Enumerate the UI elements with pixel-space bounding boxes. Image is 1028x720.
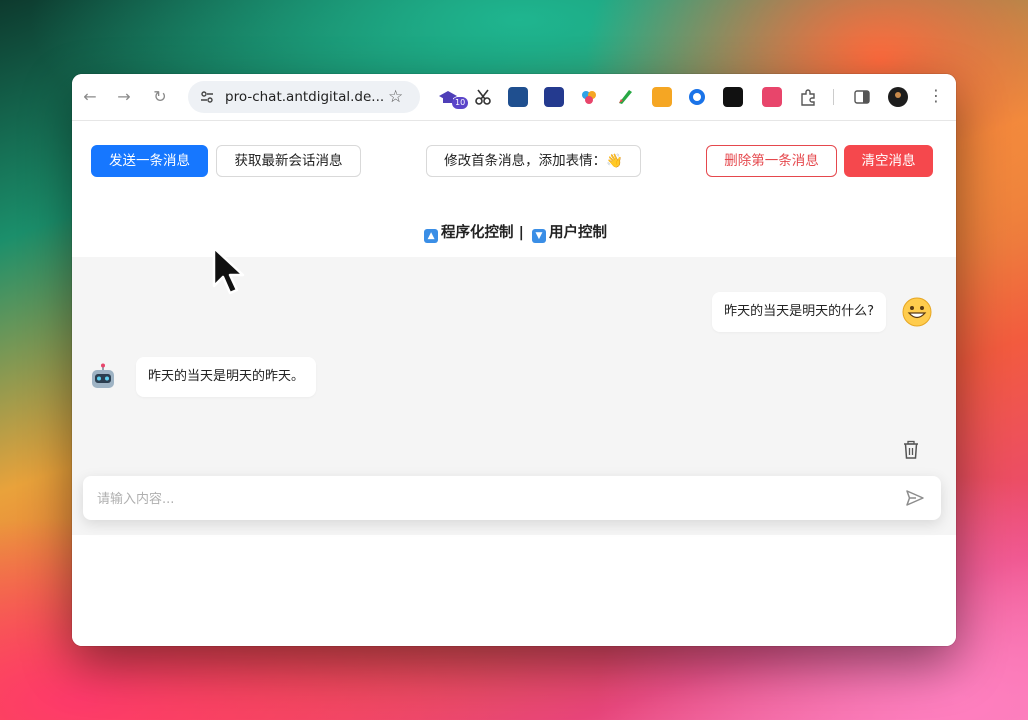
edit-first-message-button[interactable]: 修改首条消息，添加表情：👋 (426, 145, 641, 177)
colorful-extension-icon[interactable] (579, 87, 599, 107)
forward-icon[interactable]: → (114, 87, 134, 107)
mouse-cursor-icon (212, 246, 245, 295)
browser-toolbar: ← → ↻ pro-chat.antdigital.de... ☆ 10 ⋮ (72, 74, 956, 121)
smiley-avatar-icon (902, 297, 932, 327)
site-settings-icon[interactable] (200, 90, 214, 104)
fetch-messages-button[interactable]: 获取最新会话消息 (216, 145, 361, 177)
control-mode-title: ▲ 程序化控制 | ▼ 用户控制 (72, 221, 956, 243)
translate-extension-icon[interactable] (762, 87, 782, 107)
up-arrow-icon: ▲ (424, 229, 439, 243)
globe-extension-icon[interactable] (687, 87, 707, 107)
url-text[interactable]: pro-chat.antdigital.de... (225, 89, 384, 105)
user-message-bubble: 昨天的当天是明天的什么? (712, 292, 886, 332)
robot-avatar-icon (92, 363, 114, 388)
assistant-message-bubble: 昨天的当天是明天的昨天。 (136, 357, 317, 397)
game-extension-icon[interactable] (544, 87, 564, 107)
trash-icon[interactable] (902, 440, 920, 460)
delete-first-message-button[interactable]: 删除第一条消息 (706, 145, 837, 177)
back-icon[interactable]: ← (80, 87, 100, 107)
mask-extension-icon[interactable] (723, 87, 743, 107)
address-bar[interactable]: pro-chat.antdigital.de... ☆ (188, 81, 420, 113)
cloud-extension-icon[interactable] (508, 87, 528, 107)
toolbar-divider (833, 89, 834, 105)
browser-menu-icon[interactable]: ⋮ (928, 86, 944, 105)
browser-window: ← → ↻ pro-chat.antdigital.de... ☆ 10 ⋮ 发… (72, 74, 956, 646)
side-panel-icon[interactable] (852, 87, 872, 107)
bookmark-star-icon[interactable]: ☆ (388, 87, 403, 107)
message-input[interactable] (95, 476, 889, 522)
extension-badge: 10 (452, 97, 469, 109)
scissors-extension-icon[interactable] (473, 87, 493, 107)
title-separator: | (518, 225, 524, 241)
profile-avatar-icon[interactable] (888, 87, 908, 107)
send-message-button[interactable]: 发送一条消息 (91, 145, 208, 177)
pen-extension-icon[interactable] (615, 87, 635, 107)
programmatic-control-label: 程序化控制 (441, 225, 514, 241)
app-content: 发送一条消息 获取最新会话消息 修改首条消息，添加表情：👋 删除第一条消息 清空… (72, 121, 956, 646)
reload-icon[interactable]: ↻ (150, 87, 170, 107)
notes-extension-icon[interactable] (652, 87, 672, 107)
clear-messages-button[interactable]: 清空消息 (844, 145, 933, 177)
puzzle-extensions-icon[interactable] (798, 87, 818, 107)
send-icon[interactable] (905, 488, 925, 508)
chat-input-box[interactable] (83, 476, 941, 522)
down-arrow-icon: ▼ (531, 229, 546, 243)
user-control-label: 用户控制 (548, 225, 607, 241)
